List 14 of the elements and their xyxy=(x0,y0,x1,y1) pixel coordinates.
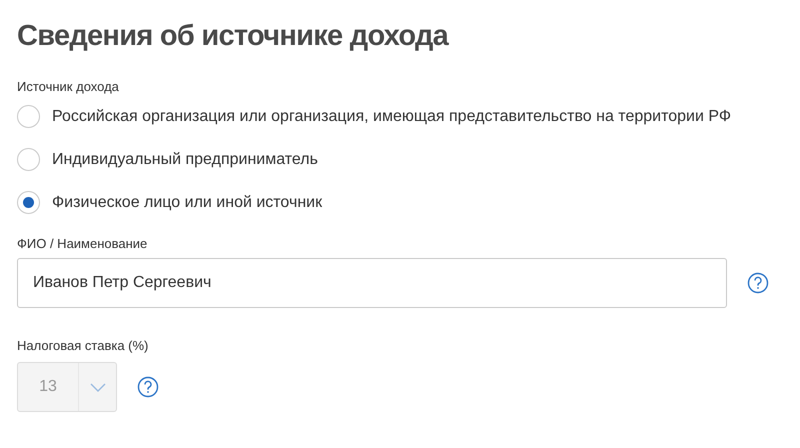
radio-label[interactable]: Индивидуальный предприниматель xyxy=(52,149,318,170)
field-label: ФИО / Наименование xyxy=(17,235,148,253)
help-icon[interactable] xyxy=(137,376,159,398)
radio-button[interactable] xyxy=(17,191,40,214)
field-label: Налоговая ставка (%) xyxy=(17,337,148,355)
field-label: Источник дохода xyxy=(17,78,119,96)
help-icon[interactable] xyxy=(747,272,769,294)
name-input-field[interactable]: Иванов Петр Сергеевич xyxy=(17,258,727,308)
radio-button[interactable] xyxy=(17,148,40,171)
radio-label[interactable]: Физическое лицо или иной источник xyxy=(52,192,322,213)
radio-label[interactable]: Российская организация или организация, имеющая представительство на территории РФ xyxy=(52,106,731,127)
radio-button[interactable] xyxy=(17,105,40,128)
page-title: Сведения об источнике дохода xyxy=(17,19,450,54)
chevron-down-icon xyxy=(90,382,106,392)
